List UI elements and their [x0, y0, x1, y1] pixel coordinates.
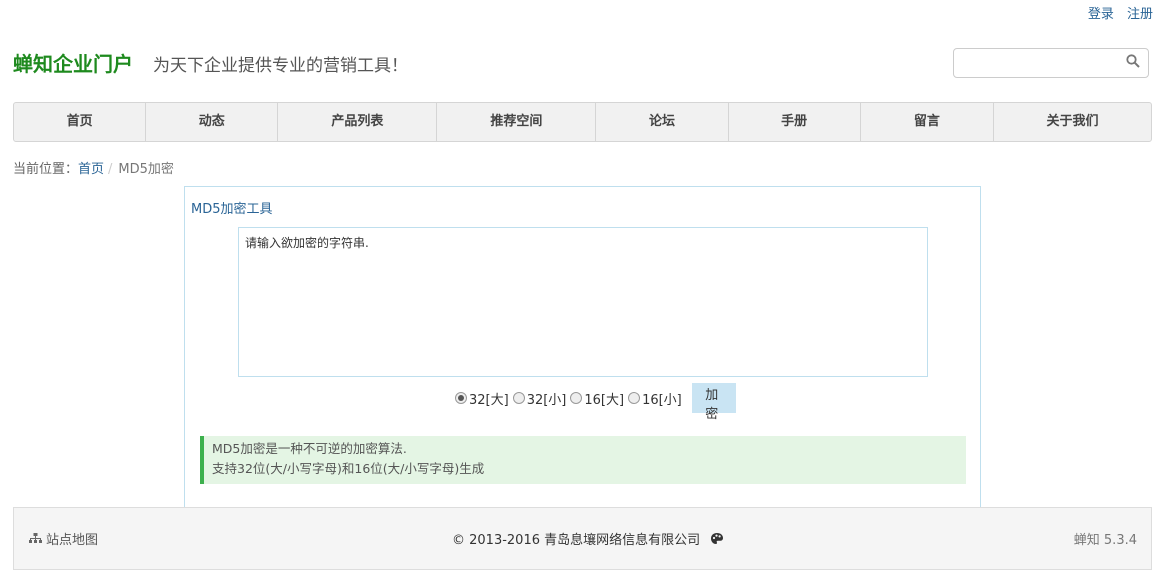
- nav-item-manual[interactable]: 手册: [729, 103, 861, 141]
- copyright: © 2013-2016 青岛息壤网络信息有限公司: [452, 529, 724, 548]
- search-input[interactable]: [958, 50, 1122, 78]
- sitemap-icon: [29, 533, 42, 543]
- info-note: MD5加密是一种不可逆的加密算法. 支持32位(大/小写字母)和16位(大/小写…: [200, 436, 966, 484]
- search-box: [953, 48, 1149, 78]
- breadcrumb-prefix: 当前位置：: [13, 162, 79, 177]
- option-label: 16[大]: [584, 392, 625, 408]
- option-label: 32[小]: [526, 392, 567, 408]
- radio-16-lower[interactable]: [628, 392, 641, 404]
- copyright-text: © 2013-2016 青岛息壤网络信息有限公司: [452, 533, 701, 548]
- nav-item-forum[interactable]: 论坛: [596, 103, 729, 141]
- breadcrumb-separator: /: [108, 162, 113, 177]
- version: 蝉知 5.3.4: [1073, 533, 1137, 548]
- site-name[interactable]: 蝉知企业门户: [13, 48, 133, 77]
- nav-item-recommend[interactable]: 推荐空间: [437, 103, 597, 141]
- option-32-lower[interactable]: 32[小]: [512, 389, 567, 408]
- sitemap-label: 站点地图: [46, 533, 99, 548]
- site-slogan: 为天下企业提供专业的营销工具！: [153, 56, 408, 76]
- option-32-upper[interactable]: 32[大]: [455, 389, 509, 408]
- option-label: 16[小]: [642, 392, 682, 408]
- radio-16-upper[interactable]: [570, 392, 583, 404]
- radio-32-lower[interactable]: [512, 392, 525, 404]
- mode-options: 32[大] 32[小] 16[大] 16[小] 加 密: [455, 383, 736, 422]
- note-line-2: 支持32位(大/小写字母)和16位(大/小写字母)生成: [212, 461, 485, 476]
- palette-icon[interactable]: [710, 532, 724, 545]
- main-nav: 首页 动态 产品列表 推荐空间 论坛 手册 留言 关于我们: [13, 102, 1152, 142]
- nav-item-news[interactable]: 动态: [146, 103, 279, 141]
- breadcrumb: 当前位置：首页 / MD5加密: [13, 158, 174, 177]
- breadcrumb-current: MD5加密: [118, 162, 174, 177]
- register-link[interactable]: 注册: [1127, 7, 1153, 22]
- encrypt-button[interactable]: 加 密: [691, 383, 736, 422]
- option-16-upper[interactable]: 16[大]: [570, 389, 624, 408]
- option-label: 32[大]: [469, 392, 509, 408]
- nav-item-about[interactable]: 关于我们: [994, 103, 1151, 141]
- sitemap-link[interactable]: 站点地图: [29, 529, 98, 548]
- nav-item-home[interactable]: 首页: [14, 103, 147, 141]
- option-16-lower[interactable]: 16[小]: [628, 389, 682, 408]
- note-line-1: MD5加密是一种不可逆的加密算法.: [212, 441, 407, 456]
- search-icon[interactable]: [1126, 54, 1140, 68]
- nav-item-products[interactable]: 产品列表: [278, 103, 438, 141]
- breadcrumb-home[interactable]: 首页: [78, 162, 104, 177]
- top-links: 登录 注册: [1079, 3, 1153, 22]
- input-textarea[interactable]: [238, 227, 928, 377]
- brand: 蝉知企业门户 为天下企业提供专业的营销工具！: [13, 48, 408, 77]
- panel-title: MD5加密工具: [191, 202, 273, 217]
- md5-tool-panel: MD5加密工具 32[大] 32[小] 16[大] 16[小] 加 密 MD5加…: [184, 186, 981, 507]
- footer: 站点地图 © 2013-2016 青岛息壤网络信息有限公司 蝉知 5.3.4: [13, 507, 1152, 570]
- login-link[interactable]: 登录: [1088, 7, 1114, 22]
- radio-32-upper[interactable]: [455, 392, 467, 404]
- nav-item-message[interactable]: 留言: [861, 103, 994, 141]
